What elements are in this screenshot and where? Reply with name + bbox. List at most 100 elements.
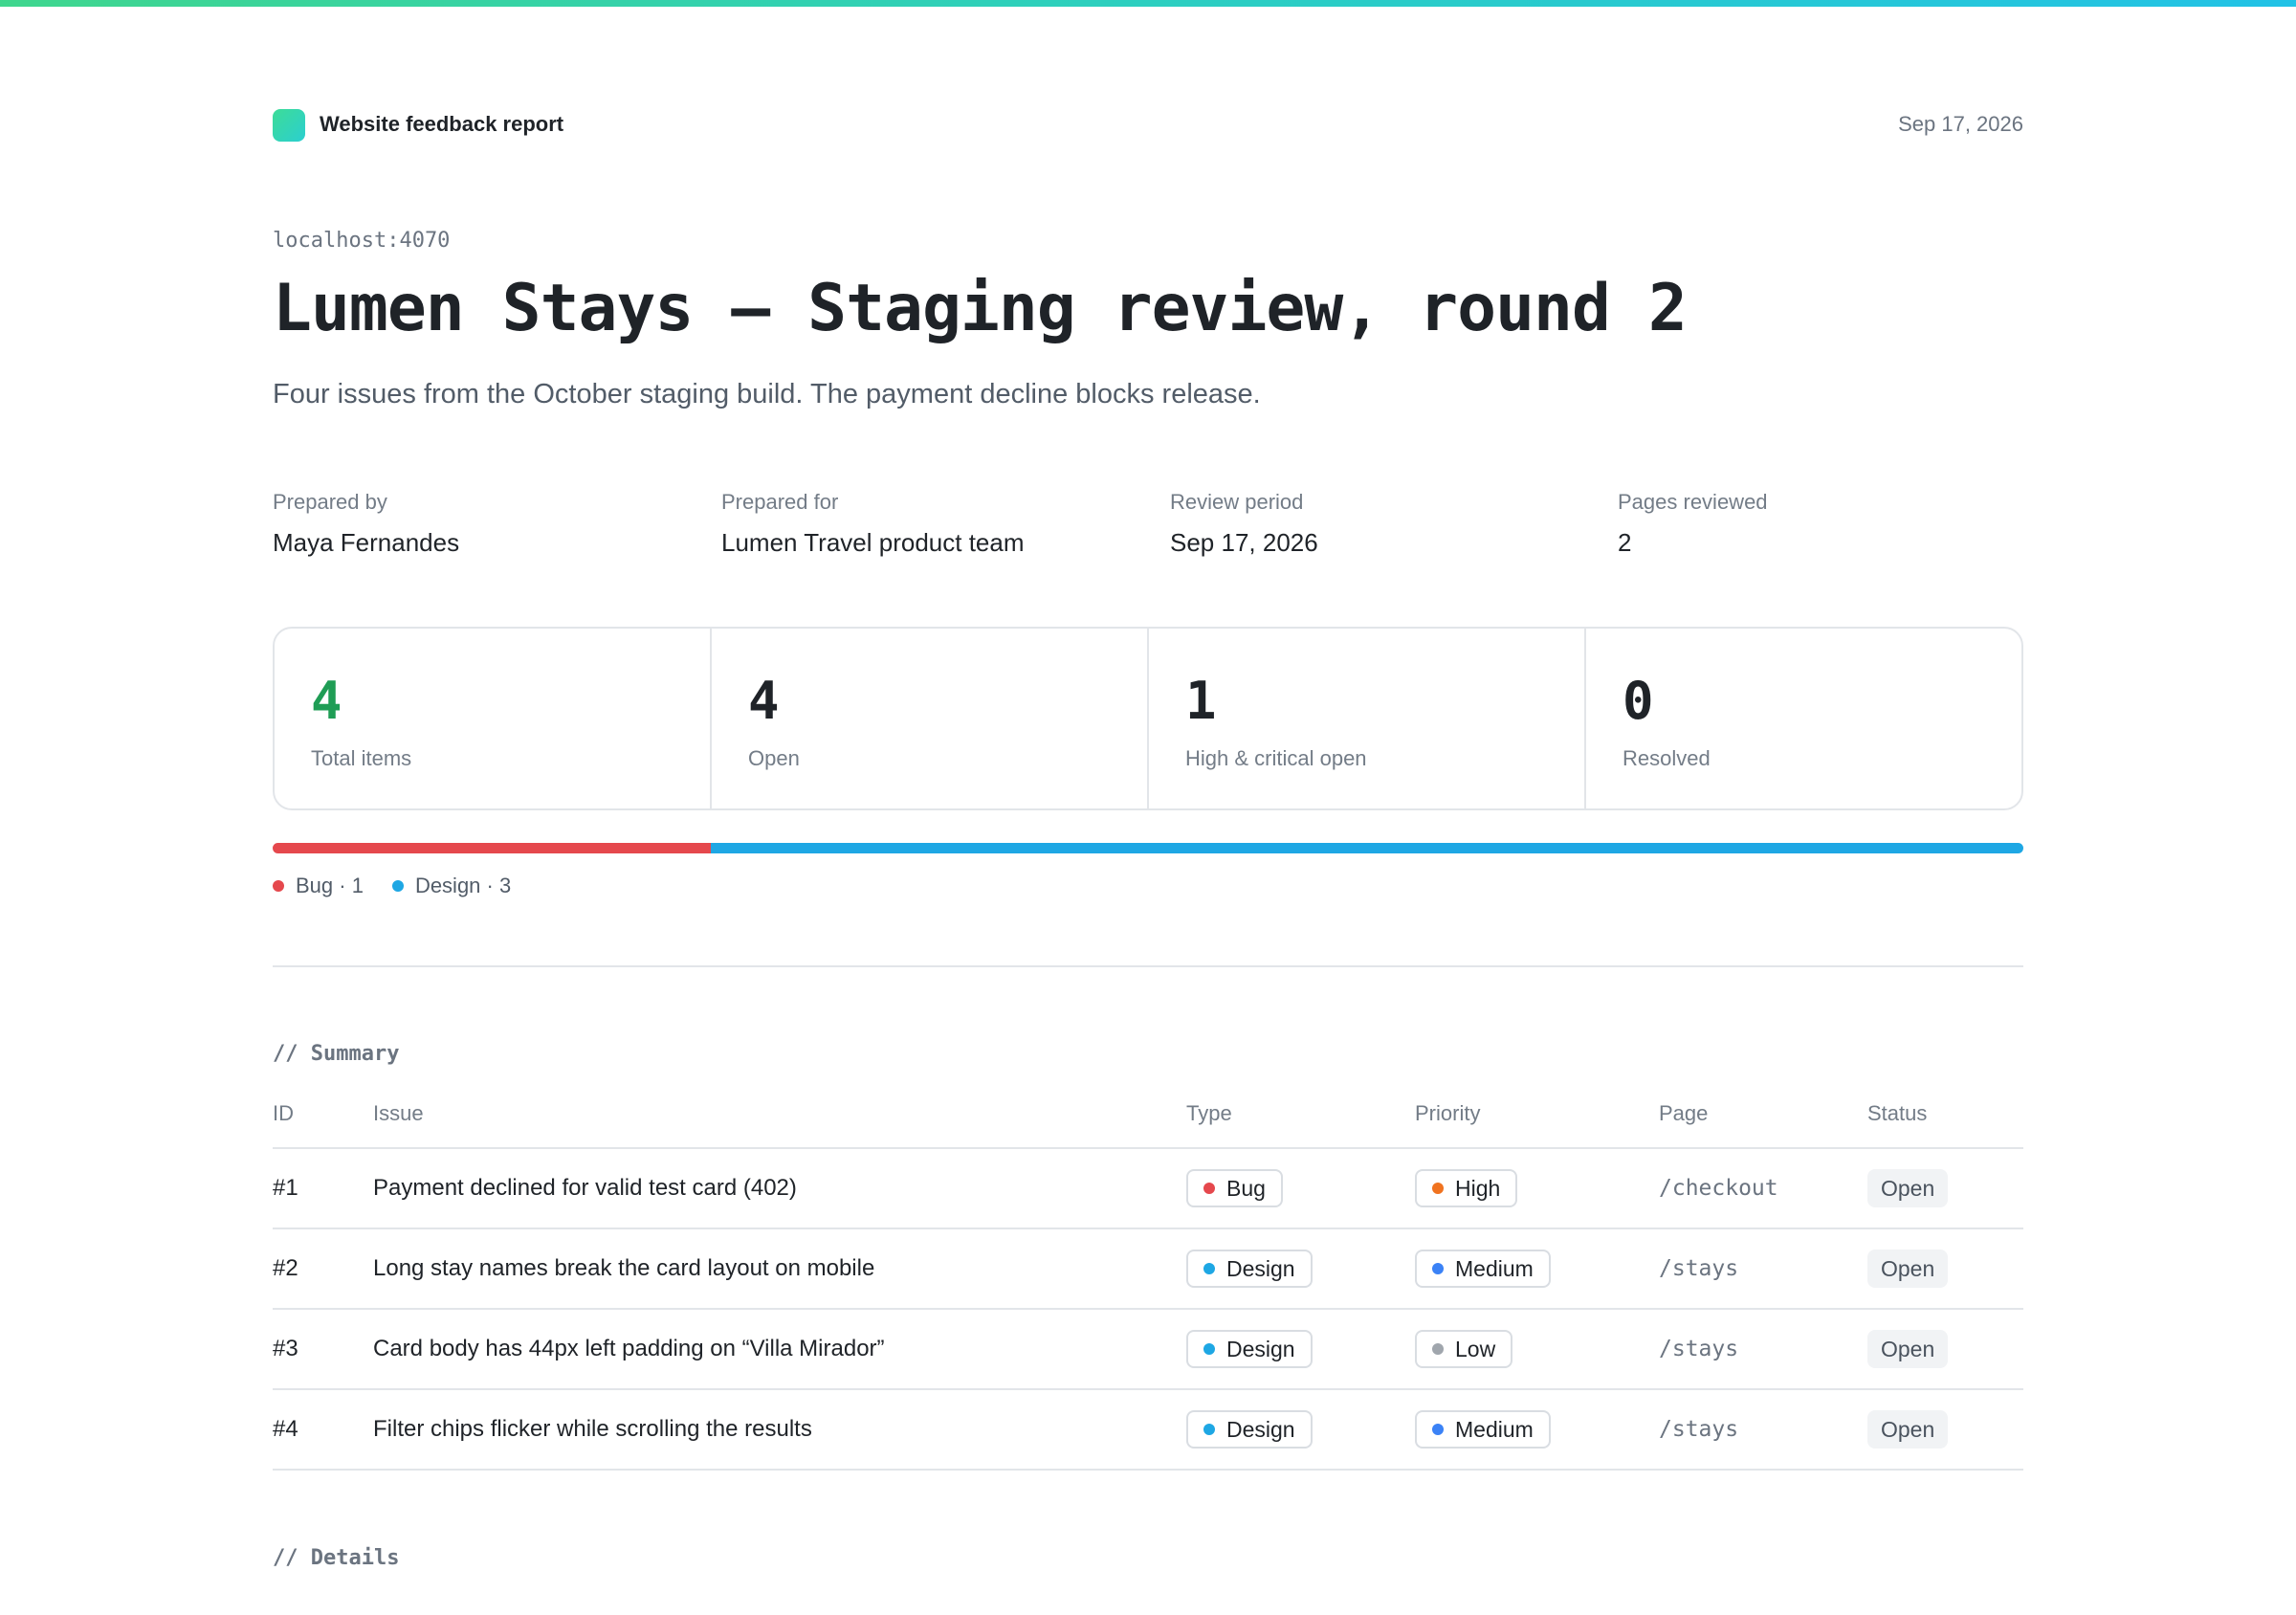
- issue-priority: Low: [1415, 1310, 1513, 1388]
- type-dot-icon: [1203, 1424, 1215, 1435]
- table-row[interactable]: #2 Long stay names break the card layout …: [273, 1229, 2023, 1310]
- legend-item-design: Design · 3: [391, 874, 512, 898]
- stat-value: 4: [311, 671, 342, 731]
- type-badge: Bug: [1186, 1169, 1283, 1207]
- status-badge: Open: [1867, 1410, 1949, 1449]
- section-title-summary: // Summary: [273, 1042, 400, 1066]
- issue-page: /checkout: [1659, 1176, 1778, 1201]
- type-dot-icon: [1203, 1263, 1215, 1274]
- priority-badge: Medium: [1415, 1410, 1551, 1449]
- issue-status: Open: [1867, 1390, 1949, 1469]
- meta-label: Pages reviewed: [1618, 490, 1768, 514]
- type-legend: Bug · 1 Design · 3: [273, 872, 540, 900]
- issue-id: #1: [273, 1175, 298, 1201]
- issue-page: /stays: [1659, 1337, 1739, 1361]
- issue-status: Open: [1867, 1229, 1949, 1308]
- priority-dot-icon: [1432, 1424, 1444, 1435]
- report-date: Sep 17, 2026: [1898, 112, 2023, 136]
- meta-value: 2: [1618, 528, 1632, 557]
- meta-prepared-by: Prepared by Maya Fernandes: [273, 490, 713, 558]
- priority-dot-icon: [1432, 1183, 1444, 1194]
- column-header-issue: Issue: [373, 1101, 424, 1125]
- issue-id: #3: [273, 1336, 298, 1361]
- stat-total-items: 4 Total items: [275, 629, 712, 808]
- type-label: Bug: [1226, 1175, 1266, 1201]
- priority-label: Medium: [1455, 1416, 1534, 1442]
- column-header-type: Type: [1186, 1101, 1232, 1125]
- section-title-details: // Details: [273, 1546, 400, 1570]
- type-badge: Design: [1186, 1250, 1313, 1288]
- stat-value: 0: [1623, 671, 1654, 731]
- issue-status: Open: [1867, 1149, 1949, 1228]
- issue-type: Design: [1186, 1390, 1313, 1469]
- summary-table: ID Issue Type Priority Page Status #1 Pay…: [273, 1094, 2023, 1471]
- priority-dot-icon: [1432, 1263, 1444, 1274]
- report-page: Website feedback report Sep 17, 2026 loc…: [273, 0, 2023, 1615]
- issue-title: Filter chips flicker while scrolling the…: [373, 1416, 812, 1442]
- priority-badge: Low: [1415, 1330, 1513, 1368]
- status-badge: Open: [1867, 1330, 1949, 1368]
- table-row[interactable]: #4 Filter chips flicker while scrolling t…: [273, 1390, 2023, 1471]
- meta-label: Review period: [1170, 490, 1304, 514]
- type-badge: Design: [1186, 1330, 1313, 1368]
- meta-review-period: Review period Sep 17, 2026: [1170, 490, 1610, 558]
- table-header: ID Issue Type Priority Page Status: [273, 1094, 2023, 1149]
- stat-resolved: 0 Resolved: [1586, 629, 2021, 808]
- issue-type: Design: [1186, 1310, 1313, 1388]
- issue-page: /stays: [1659, 1256, 1739, 1281]
- report-subtitle: Four issues from the October staging bui…: [273, 379, 1261, 409]
- priority-label: High: [1455, 1175, 1501, 1201]
- stat-label: Resolved: [1623, 746, 1711, 770]
- legend-label: Design · 3: [414, 874, 512, 897]
- issue-title: Long stay names break the card layout on…: [373, 1255, 875, 1281]
- type-dot-icon: [1203, 1183, 1215, 1194]
- stat-open: 4 Open: [712, 629, 1149, 808]
- brand-title: Website feedback report: [320, 112, 564, 136]
- issue-title: Payment declined for valid test card (40…: [373, 1175, 797, 1201]
- meta-pages-reviewed: Pages reviewed 2: [1618, 490, 2058, 558]
- stat-label: Open: [748, 746, 800, 770]
- issue-priority: High: [1415, 1149, 1518, 1228]
- stat-high-critical-open: 1 High & critical open: [1149, 629, 1586, 808]
- design-dot-icon: [391, 880, 404, 892]
- type-distribution-bar: [273, 843, 2023, 853]
- priority-dot-icon: [1432, 1343, 1444, 1355]
- issue-status: Open: [1867, 1310, 1949, 1388]
- status-badge: Open: [1867, 1169, 1949, 1207]
- stat-value: 1: [1185, 671, 1217, 731]
- stat-label: High & critical open: [1185, 746, 1367, 770]
- type-label: Design: [1226, 1336, 1295, 1361]
- meta-label: Prepared by: [273, 490, 387, 514]
- meta-value: Lumen Travel product team: [721, 528, 1025, 557]
- priority-label: Low: [1455, 1336, 1496, 1361]
- column-header-priority: Priority: [1415, 1101, 1481, 1125]
- distribution-segment: [710, 843, 2023, 853]
- status-badge: Open: [1867, 1250, 1949, 1288]
- brand-logo-icon: [273, 109, 305, 142]
- table-body: #1 Payment declined for valid test card (…: [273, 1149, 2023, 1471]
- distribution-segment: [273, 843, 711, 853]
- column-header-id: ID: [273, 1101, 294, 1125]
- report-header: Website feedback report Sep 17, 2026: [273, 107, 2023, 142]
- issue-priority: Medium: [1415, 1229, 1551, 1308]
- legend-label: Bug · 1: [296, 874, 364, 897]
- site-host: localhost:4070: [273, 229, 451, 253]
- bug-dot-icon: [273, 880, 284, 892]
- table-row[interactable]: #1 Payment declined for valid test card (…: [273, 1149, 2023, 1229]
- section-divider: [273, 965, 2023, 967]
- column-header-page: Page: [1659, 1101, 1709, 1125]
- issue-priority: Medium: [1415, 1390, 1551, 1469]
- priority-label: Medium: [1455, 1255, 1534, 1281]
- meta-prepared-for: Prepared for Lumen Travel product team: [721, 490, 1161, 558]
- type-badge: Design: [1186, 1410, 1313, 1449]
- issue-title: Card body has 44px left padding on “Vill…: [373, 1336, 885, 1361]
- meta-value: Maya Fernandes: [273, 528, 460, 557]
- table-row[interactable]: #3 Card body has 44px left padding on “Vi…: [273, 1310, 2023, 1390]
- priority-badge: High: [1415, 1169, 1518, 1207]
- meta-value: Sep 17, 2026: [1170, 528, 1318, 557]
- issue-id: #4: [273, 1416, 298, 1442]
- report-title: Lumen Stays — Staging review, round 2: [273, 271, 1688, 346]
- issue-page: /stays: [1659, 1417, 1739, 1442]
- priority-badge: Medium: [1415, 1250, 1551, 1288]
- column-header-status: Status: [1867, 1101, 1928, 1125]
